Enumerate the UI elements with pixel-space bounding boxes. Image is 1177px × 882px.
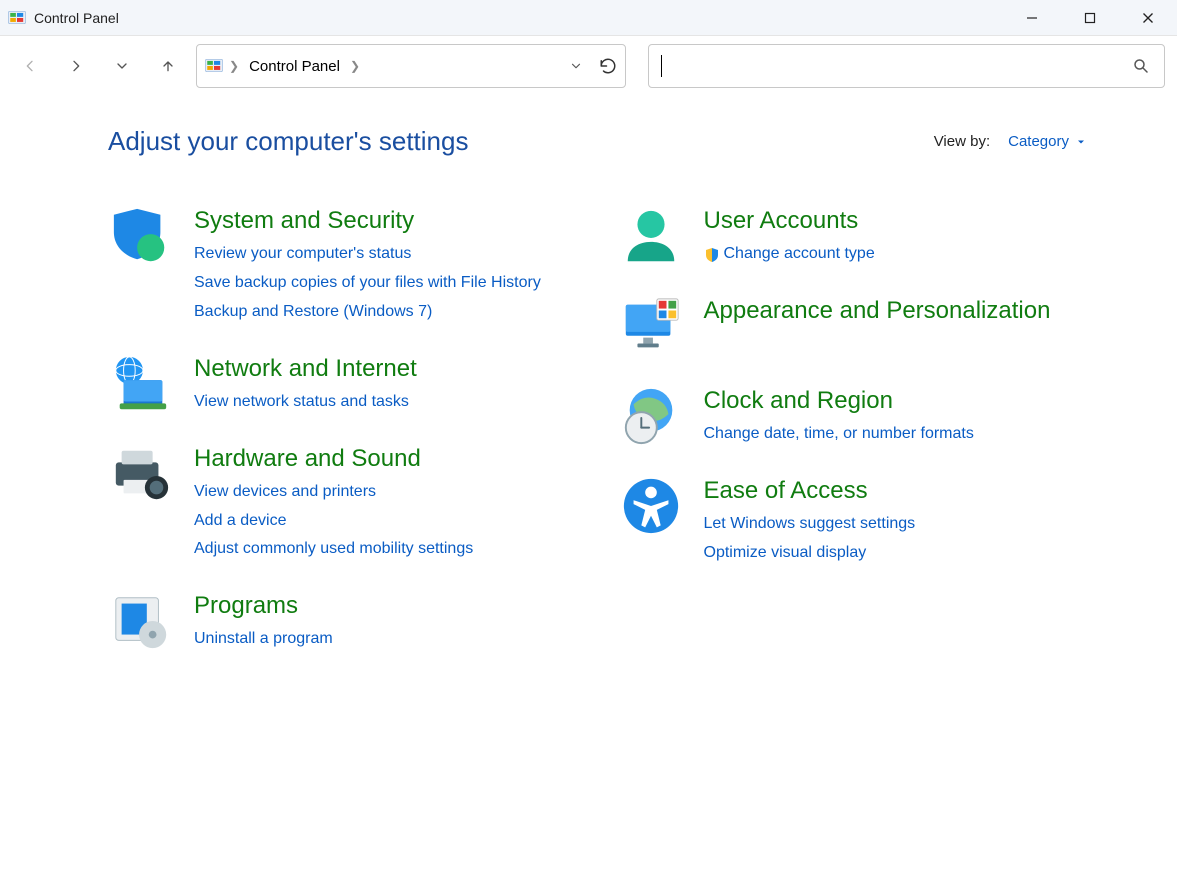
address-dropdown-button[interactable] xyxy=(569,59,583,73)
category-network-internet: Network and Internet View network status… xyxy=(108,353,578,415)
task-link[interactable]: View devices and printers xyxy=(194,480,473,505)
task-link-label: Change account type xyxy=(724,242,875,267)
close-button[interactable] xyxy=(1119,0,1177,36)
category-title-link[interactable]: Appearance and Personalization xyxy=(704,295,1051,326)
category-programs: Programs Uninstall a program xyxy=(108,590,578,652)
category-system-security: System and Security Review your computer… xyxy=(108,205,578,325)
categories-left-column: System and Security Review your computer… xyxy=(108,205,578,652)
category-title-link[interactable]: Network and Internet xyxy=(194,353,417,384)
refresh-button[interactable] xyxy=(599,57,617,75)
shield-icon xyxy=(108,205,174,267)
view-by-control: View by: Category xyxy=(934,133,1087,150)
category-user-accounts: User Accounts Change account type xyxy=(618,205,1088,267)
up-button[interactable] xyxy=(150,48,186,84)
task-link[interactable]: Change date, time, or number formats xyxy=(704,422,974,447)
accessibility-icon xyxy=(618,475,684,537)
chevron-right-icon[interactable]: ❯ xyxy=(350,59,360,73)
task-link[interactable]: Backup and Restore (Windows 7) xyxy=(194,300,541,325)
back-button[interactable] xyxy=(12,48,48,84)
programs-icon xyxy=(108,590,174,652)
category-title-link[interactable]: User Accounts xyxy=(704,205,875,236)
category-title-link[interactable]: Programs xyxy=(194,590,333,621)
clock-globe-icon xyxy=(618,385,684,447)
category-appearance-personalization: Appearance and Personalization xyxy=(618,295,1088,357)
page-heading: Adjust your computer's settings xyxy=(108,126,468,157)
printer-icon xyxy=(108,443,174,505)
task-link[interactable]: Review your computer's status xyxy=(194,242,541,267)
recent-locations-button[interactable] xyxy=(104,48,140,84)
search-icon[interactable] xyxy=(1132,57,1150,75)
task-link[interactable]: Adjust commonly used mobility settings xyxy=(194,537,473,562)
nav-row: ❯ Control Panel ❯ xyxy=(0,36,1177,96)
user-icon xyxy=(618,205,684,267)
minimize-button[interactable] xyxy=(1003,0,1061,36)
forward-button[interactable] xyxy=(58,48,94,84)
network-icon xyxy=(108,353,174,415)
category-hardware-sound: Hardware and Sound View devices and prin… xyxy=(108,443,578,563)
category-title-link[interactable]: Hardware and Sound xyxy=(194,443,473,474)
view-by-label: View by: xyxy=(934,133,990,150)
search-input[interactable] xyxy=(662,57,1152,76)
window-title: Control Panel xyxy=(34,10,119,26)
task-link[interactable]: Uninstall a program xyxy=(194,627,333,652)
chevron-right-icon[interactable]: ❯ xyxy=(229,59,239,73)
uac-shield-icon xyxy=(704,247,720,263)
category-title-link[interactable]: System and Security xyxy=(194,205,541,236)
category-title-link[interactable]: Clock and Region xyxy=(704,385,974,416)
category-title-link[interactable]: Ease of Access xyxy=(704,475,916,506)
task-link[interactable]: Change account type xyxy=(704,242,875,267)
monitor-icon xyxy=(618,295,684,357)
address-bar[interactable]: ❯ Control Panel ❯ xyxy=(196,44,626,88)
control-panel-icon xyxy=(205,57,223,75)
task-link[interactable]: Save backup copies of your files with Fi… xyxy=(194,271,541,296)
category-ease-of-access: Ease of Access Let Windows suggest setti… xyxy=(618,475,1088,566)
titlebar: Control Panel xyxy=(0,0,1177,36)
content-area: Adjust your computer's settings View by:… xyxy=(0,96,1177,652)
view-by-value: Category xyxy=(1008,133,1069,150)
task-link[interactable]: View network status and tasks xyxy=(194,390,417,415)
search-box[interactable] xyxy=(648,44,1165,88)
control-panel-app-icon xyxy=(8,9,26,27)
task-link[interactable]: Add a device xyxy=(194,509,473,534)
maximize-button[interactable] xyxy=(1061,0,1119,36)
categories-right-column: User Accounts Change account type xyxy=(618,205,1088,652)
breadcrumb-control-panel[interactable]: Control Panel xyxy=(245,58,344,75)
task-link[interactable]: Optimize visual display xyxy=(704,541,916,566)
view-by-dropdown[interactable]: Category xyxy=(1008,133,1087,150)
task-link[interactable]: Let Windows suggest settings xyxy=(704,512,916,537)
category-clock-region: Clock and Region Change date, time, or n… xyxy=(618,385,1088,447)
